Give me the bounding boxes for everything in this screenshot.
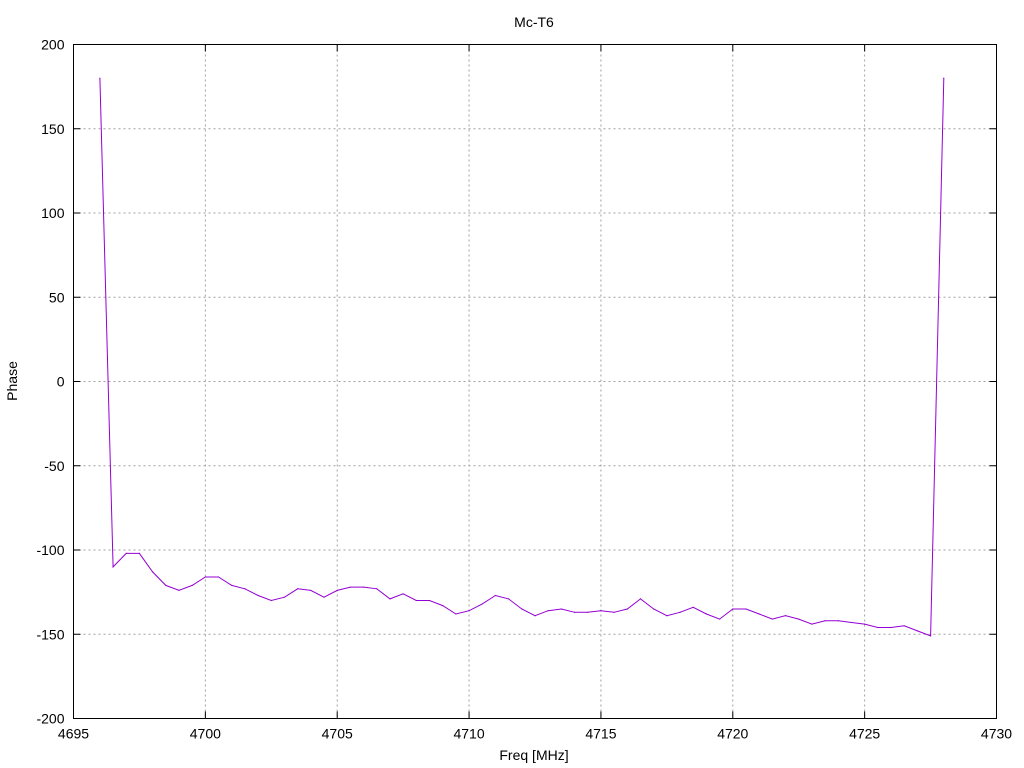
data-point	[336, 589, 338, 592]
data-point	[521, 608, 523, 610]
grid-lines	[73, 44, 997, 719]
data-point	[389, 598, 391, 600]
data-point	[362, 586, 365, 588]
data-point	[270, 599, 272, 602]
data-point	[890, 626, 892, 629]
series-layer	[99, 77, 945, 637]
chart-container: Mc-T6 Freq [MHz] Phase 4695 4700 4705 4710 4…	[0, 0, 1024, 768]
data-point	[283, 596, 286, 598]
data-point	[428, 599, 431, 602]
data-point	[771, 618, 773, 620]
y-tick-label: -200	[36, 711, 64, 727]
data-point	[837, 620, 839, 622]
data-point	[877, 626, 879, 629]
chart-title: Mc-T6	[514, 14, 554, 30]
data-point	[811, 623, 813, 625]
data-point	[534, 615, 536, 617]
y-tick-label: -100	[36, 542, 64, 558]
data-point	[191, 584, 193, 586]
data-point	[824, 620, 826, 622]
data-point	[929, 635, 932, 637]
data-point	[402, 593, 404, 595]
data-point	[943, 77, 945, 79]
data-point	[178, 589, 180, 592]
data-point	[626, 608, 628, 610]
data-point	[916, 630, 918, 632]
data-point	[165, 584, 167, 586]
data-point	[719, 618, 721, 620]
data-point	[573, 611, 576, 613]
tick-labels: 4695 4700 4705 4710 4715 4720 4725 4730 200 150 10…	[36, 37, 1012, 742]
data-point	[99, 77, 101, 79]
data-point	[310, 589, 312, 592]
data-point	[798, 618, 800, 620]
data-point	[323, 596, 325, 598]
data-point	[547, 610, 549, 612]
data-point	[481, 603, 483, 605]
data-point	[732, 608, 734, 610]
x-tick-label: 4710	[453, 726, 484, 742]
y-tick-label: 200	[41, 37, 65, 53]
data-point	[679, 611, 681, 613]
x-tick-label: 4715	[585, 726, 616, 742]
data-point	[639, 598, 642, 600]
data-point	[600, 610, 602, 612]
data-point	[442, 605, 444, 607]
x-tick-label: 4695	[58, 726, 89, 742]
data-point	[692, 606, 694, 608]
y-tick-label: -150	[36, 626, 64, 642]
data-point	[349, 586, 351, 588]
data-point	[415, 599, 417, 602]
data-point	[244, 588, 246, 590]
data-point	[784, 615, 787, 617]
data-point	[745, 608, 747, 610]
data-point	[508, 598, 510, 600]
data-point	[468, 610, 470, 612]
x-tick-label: 4725	[849, 726, 880, 742]
data-point	[455, 613, 457, 615]
y-tick-label: 50	[49, 289, 65, 305]
x-tick-label: 4700	[190, 726, 221, 742]
phase-line-chart: Mc-T6 Freq [MHz] Phase 4695 4700 4705 4710 4…	[4, 14, 1012, 763]
data-point	[903, 625, 905, 627]
x-tick-label: 4705	[322, 726, 353, 742]
data-point	[231, 584, 233, 586]
data-point	[125, 552, 127, 554]
data-point	[204, 576, 206, 578]
data-point	[217, 576, 220, 578]
data-point	[653, 608, 655, 610]
y-tick-label: 100	[41, 205, 65, 221]
x-tick-label: 4720	[717, 726, 748, 742]
data-point	[112, 566, 114, 568]
x-axis-label: Freq [MHz]	[499, 747, 568, 763]
data-point	[705, 613, 708, 615]
data-point	[376, 588, 378, 590]
y-axis-label: Phase	[4, 361, 20, 401]
data-point	[138, 552, 141, 554]
data-point	[297, 588, 299, 590]
data-point	[257, 594, 259, 597]
data-point	[587, 611, 589, 613]
data-point	[864, 623, 866, 625]
y-tick-label: 150	[41, 121, 65, 137]
x-tick-label: 4730	[981, 726, 1012, 742]
data-point	[666, 615, 668, 617]
data-point	[758, 613, 760, 615]
data-point	[850, 621, 853, 624]
phase-series-line	[99, 78, 945, 637]
data-point	[560, 608, 562, 610]
y-tick-label: 0	[57, 374, 65, 390]
y-tick-label: -50	[44, 458, 64, 474]
data-point	[152, 571, 154, 573]
data-point	[494, 594, 497, 597]
data-point	[613, 611, 615, 613]
